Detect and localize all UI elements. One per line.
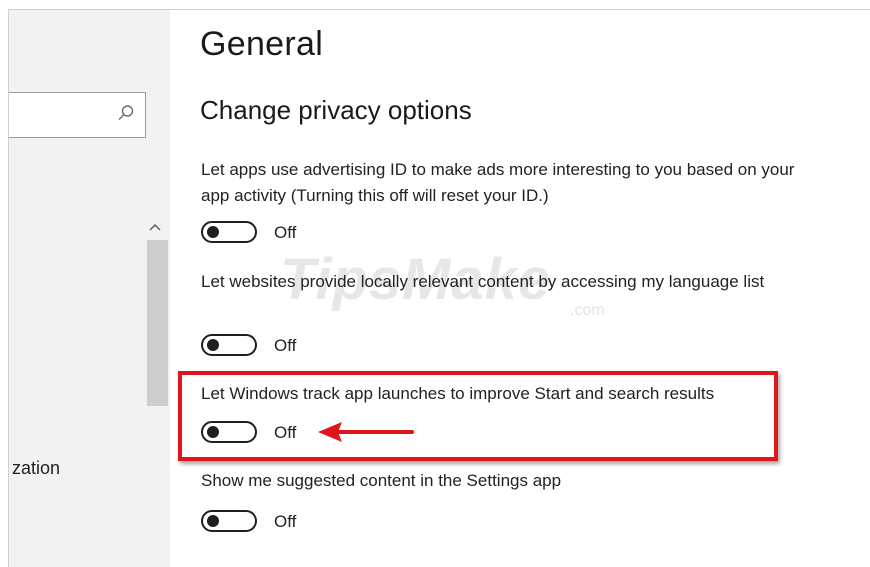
search-input[interactable] [9, 92, 146, 138]
page-title: General [200, 25, 324, 63]
toggle-knob [207, 226, 219, 238]
main-content: TipsMake .com General Change privacy opt… [170, 10, 870, 567]
language-list-toggle[interactable] [201, 334, 257, 356]
setting-language-list-label: Let websites provide locally relevant co… [201, 272, 765, 291]
setting-advertising-id-label: Let apps use advertising ID to make ads … [201, 160, 795, 205]
suggested-content-state: Off [274, 512, 297, 531]
language-list-state: Off [274, 336, 297, 355]
setting-suggested-content-label: Show me suggested content in the Setting… [201, 471, 562, 490]
setting-track-app-launches-label: Let Windows track app launches to improv… [201, 384, 715, 403]
sidebar: zation [9, 10, 170, 567]
toggle-knob [207, 339, 219, 351]
watermark-suffix: .com [570, 302, 605, 319]
sidebar-item-label[interactable]: zation [12, 458, 60, 479]
red-arrow-icon [318, 422, 414, 442]
advertising-id-state: Off [274, 223, 297, 242]
window-left-edge [0, 9, 9, 567]
track-app-launches-state: Off [274, 423, 297, 442]
search-icon[interactable] [117, 104, 135, 122]
section-title: Change privacy options [200, 95, 472, 125]
toggle-knob [207, 426, 219, 438]
sidebar-scrollbar-thumb[interactable] [147, 240, 168, 406]
track-app-launches-toggle[interactable] [201, 421, 257, 443]
window-top-edge [0, 0, 870, 10]
advertising-id-toggle[interactable] [201, 221, 257, 243]
toggle-knob [207, 515, 219, 527]
scroll-up-chevron-icon[interactable] [148, 220, 162, 234]
suggested-content-toggle[interactable] [201, 510, 257, 532]
